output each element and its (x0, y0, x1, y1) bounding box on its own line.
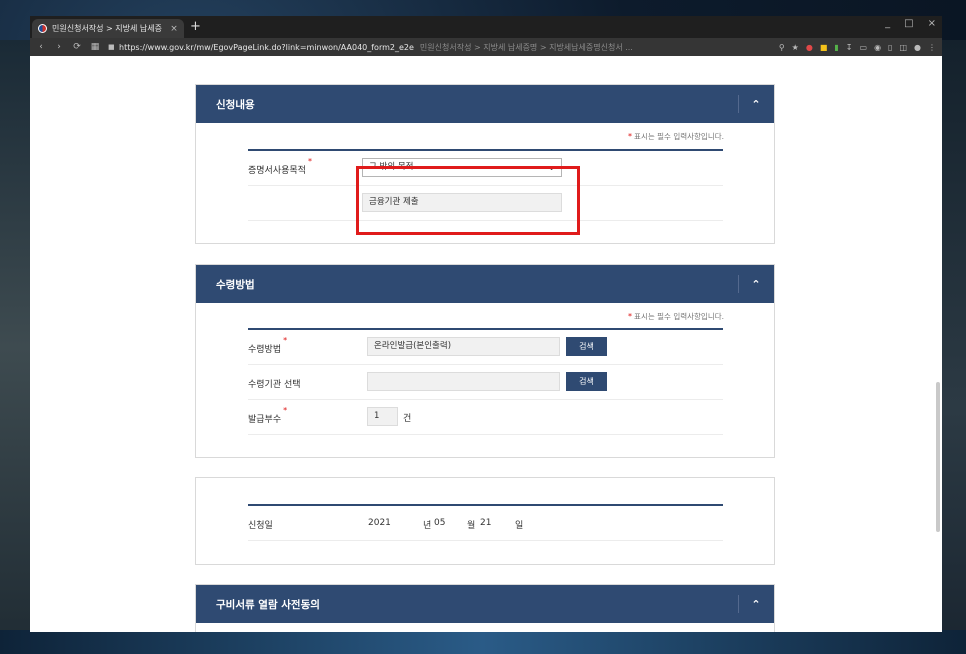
required-note: * 표시는 필수 입력사항입니다. (628, 312, 724, 321)
wallpaper-bottom (0, 630, 966, 654)
extension-icon[interactable]: ■ (820, 43, 828, 52)
menu-icon[interactable]: ⋮ (928, 43, 936, 52)
copies-input[interactable]: 1 (367, 407, 398, 426)
date-label: 신청일 (248, 521, 273, 531)
consent-section-title: 구비서류 열람 사전동의 (216, 598, 320, 611)
date-day-unit: 일 (515, 521, 524, 531)
consent-section-header: 구비서류 열람 사전동의 ⌃ (196, 585, 774, 623)
org-input[interactable] (367, 372, 560, 391)
extension-green-icon[interactable]: ▮ (834, 43, 838, 52)
copies-label: 발급부수 * (248, 406, 288, 425)
required-star-icon: * (628, 312, 633, 321)
collapse-chevron-icon[interactable]: ⌃ (738, 585, 774, 623)
wallpaper-right (940, 40, 966, 654)
extensions-area: ⚲ ★ ● ■ ▮ ↧ ▭ ◉ ▯ ◫ ● ⋮ (779, 43, 936, 52)
forward-icon[interactable]: › (52, 42, 66, 52)
tab-title: 민원신청서작성 > 지방세 납세증 (52, 24, 163, 33)
required-star-icon: * (283, 336, 288, 345)
required-star-icon: * (628, 132, 633, 141)
method-input[interactable]: 온라인발급(본인출력) (367, 337, 560, 356)
method-search-button[interactable]: 검색 (566, 337, 607, 356)
reload-icon[interactable]: ⟳ (70, 42, 84, 52)
key-icon[interactable]: ⚲ (779, 43, 785, 52)
method-row: 수령방법 * 온라인발급(본인출력) 검색 (248, 330, 723, 365)
date-month: 05 (434, 518, 446, 528)
lock-icon: ■ (108, 43, 115, 51)
org-search-button[interactable]: 검색 (566, 372, 607, 391)
consent-section: 구비서류 열람 사전동의 ⌃ (195, 584, 775, 632)
gov-favicon-icon (38, 24, 47, 33)
org-label: 수령기관 선택 (248, 380, 301, 390)
ublock-icon[interactable]: ● (806, 43, 813, 52)
receive-form: 수령방법 * 온라인발급(본인출력) 검색 수령기관 선택 검색 발급부수 * 1 … (248, 328, 723, 435)
camera-icon[interactable]: ◉ (874, 43, 881, 52)
reading-list-icon[interactable]: ▯ (888, 43, 892, 52)
receive-section-header: 수령방법 ⌃ (196, 265, 774, 303)
page-title-hint: 민원신청서작성 > 지방세 납세증명 > 지방세납세증명신청서 ... (419, 42, 633, 52)
star-icon[interactable]: ★ (792, 43, 799, 52)
purpose-label: 증명서사용목적 * (248, 157, 312, 176)
copies-unit: 건 (403, 414, 412, 424)
collapse-chevron-icon[interactable]: ⌃ (738, 265, 774, 303)
minimize-icon[interactable]: _ (885, 18, 890, 29)
browser-toolbar: ‹ › ⟳ ▦ ■ https://www.gov.kr/mw/EgovPage… (30, 38, 942, 56)
collapse-chevron-icon[interactable]: ⌃ (738, 85, 774, 123)
profile-icon[interactable]: ● (914, 43, 921, 52)
required-note: * 표시는 필수 입력사항입니다. (628, 132, 724, 141)
url-text: https://www.gov.kr/mw/EgovPageLink.do?li… (119, 42, 414, 52)
copies-row: 발급부수 * 1 건 (248, 400, 723, 435)
date-form: 신청일 2021 년 05 월 21 일 (248, 504, 723, 541)
tab-close-icon[interactable]: × (168, 24, 180, 34)
receive-section-title: 수령방법 (216, 278, 255, 291)
receive-section: 수령방법 ⌃ * 표시는 필수 입력사항입니다. 수령방법 * 온라인발급(본인출력… (195, 264, 775, 458)
apply-section-title: 신청내용 (216, 98, 255, 111)
sidepanel-icon[interactable]: ◫ (899, 43, 907, 52)
maximize-icon[interactable]: □ (904, 18, 913, 29)
reader-icon[interactable]: ▦ (88, 42, 102, 52)
window-controls: _ □ × (885, 18, 936, 29)
method-label: 수령방법 * (248, 336, 288, 355)
date-day: 21 (480, 518, 492, 528)
page-scrollbar[interactable] (936, 382, 940, 532)
wallpaper-left (0, 40, 30, 654)
date-year-unit: 년 (423, 521, 432, 531)
browser-window: 민원신청서작성 > 지방세 납세증 × + _ □ × ‹ › ⟳ ▦ ■ ht… (30, 16, 942, 632)
cast-icon[interactable]: ▭ (860, 43, 868, 52)
required-star-icon: * (307, 157, 312, 166)
browser-tab[interactable]: 민원신청서작성 > 지방세 납세증 × (32, 19, 184, 38)
download-icon[interactable]: ↧ (846, 43, 853, 52)
date-month-unit: 월 (467, 521, 476, 531)
org-row: 수령기관 선택 검색 (248, 365, 723, 400)
date-year: 2021 (368, 518, 391, 528)
address-bar[interactable]: ■ https://www.gov.kr/mw/EgovPageLink.do?… (108, 42, 748, 53)
date-row: 신청일 2021 년 05 월 21 일 (248, 506, 723, 541)
highlight-box (356, 166, 580, 235)
required-star-icon: * (283, 406, 288, 415)
apply-section-header: 신청내용 ⌃ (196, 85, 774, 123)
date-section: 신청일 2021 년 05 월 21 일 (195, 477, 775, 565)
back-icon[interactable]: ‹ (34, 42, 48, 52)
tab-bar: 민원신청서작성 > 지방세 납세증 × + _ □ × (30, 16, 942, 38)
new-tab-button[interactable]: + (190, 20, 201, 33)
close-window-icon[interactable]: × (928, 18, 936, 29)
page-content: 신청내용 ⌃ * 표시는 필수 입력사항입니다. 증명서사용목적 * 그 밖의 목적… (30, 56, 942, 632)
